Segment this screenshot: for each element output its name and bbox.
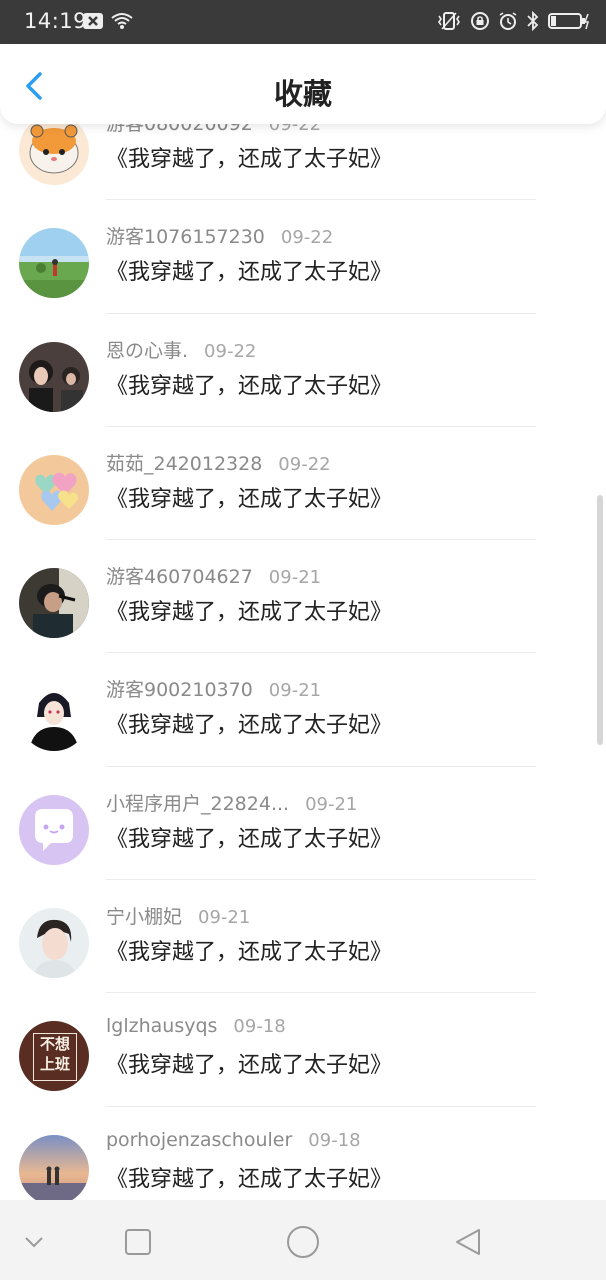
close-icon <box>82 12 104 34</box>
item-book-title: 《我穿越了，还成了太子妃》 <box>106 260 393 286</box>
list-item[interactable]: 游客900210370 09-21 《我穿越了，还成了太子妃》 <box>0 653 606 767</box>
list-item[interactable]: porhojenzaschouler 09-18 《我穿越了，还成了太子妃》 <box>0 1107 606 1200</box>
recents-button[interactable] <box>118 1222 158 1262</box>
bluetooth-icon <box>526 10 540 35</box>
avatar <box>19 1134 89 1200</box>
item-book-title: 《我穿越了，还成了太子妃》 <box>106 1053 393 1079</box>
item-date: 09-18 <box>308 1129 361 1151</box>
system-nav-bar <box>0 1200 606 1280</box>
item-username: 宁小棚妃 <box>106 906 183 929</box>
vibrate-icon <box>436 11 462 35</box>
item-username: porhojenzaschouler <box>106 1128 293 1151</box>
item-date: 09-21 <box>268 567 322 589</box>
avatar <box>19 908 89 979</box>
avatar <box>19 115 89 185</box>
avatar <box>19 794 89 865</box>
back-triangle-icon <box>449 1229 489 1266</box>
item-date: 09-21 <box>198 907 251 929</box>
lock-rotation-icon <box>470 11 490 35</box>
list-item[interactable]: 茹茹_242012328 09-22 《我穿越了，还成了太子妃》 <box>0 427 606 541</box>
list-item[interactable]: 恩の心事. 09-22 《我穿越了，还成了太子妃》 <box>0 314 606 427</box>
item-book-title: 《我穿越了，还成了太子妃》 <box>106 486 393 512</box>
scrollbar[interactable] <box>597 495 603 745</box>
favorites-list: 游客080020092 09-22 《我穿越了，还成了太子妃》 游客1076157… <box>0 90 606 1200</box>
item-username: 游客900210370 <box>106 679 253 702</box>
system-back-button[interactable] <box>449 1222 489 1262</box>
home-circle-icon <box>283 1226 323 1266</box>
home-button[interactable] <box>283 1222 323 1262</box>
item-date: 09-21 <box>268 680 322 702</box>
item-book-title: 《我穿越了，还成了太子妃》 <box>106 600 393 626</box>
item-username: 游客1076157230 <box>106 226 265 249</box>
alarm-icon <box>498 11 518 35</box>
nav-down-icon <box>14 1237 54 1266</box>
item-date: 09-22 <box>278 453 331 475</box>
item-date: 09-22 <box>204 340 257 362</box>
list-item[interactable]: 小程序用户_22824... 09-21 《我穿越了，还成了太子妃》 <box>0 767 606 881</box>
avatar-text: 不想 上班 <box>33 1033 77 1082</box>
item-book-title: 《我穿越了，还成了太子妃》 <box>106 147 393 172</box>
battery-charging-icon <box>548 11 590 35</box>
avatar <box>19 341 89 412</box>
status-bar: 14:19 <box>0 0 606 44</box>
nav-down-button[interactable] <box>14 1222 54 1262</box>
item-username: 恩の心事. <box>106 339 189 362</box>
item-book-title: 《我穿越了，还成了太子妃》 <box>106 713 393 739</box>
item-book-title: 《我穿越了，还成了太子妃》 <box>106 1166 393 1192</box>
favorites-list-area[interactable]: 游客080020092 09-22 《我穿越了，还成了太子妃》 游客1076157… <box>0 90 606 1200</box>
item-username: 茹茹_242012328 <box>106 452 263 475</box>
list-item[interactable]: 不想 上班 lglzhausyqs 09-18 《我穿越了，还成了太子妃》 <box>0 993 606 1107</box>
item-date: 09-22 <box>280 227 334 249</box>
item-username: lglzhausyqs <box>106 1015 218 1038</box>
avatar <box>19 681 89 752</box>
item-username: 小程序用户_22824... <box>106 792 290 815</box>
wifi-icon <box>110 12 134 34</box>
avatar <box>19 228 89 299</box>
page-title: 收藏 <box>273 77 332 111</box>
list-item[interactable]: 游客460704627 09-21 《我穿越了，还成了太子妃》 <box>0 540 606 654</box>
avatar: 不想 上班 <box>19 1021 89 1092</box>
item-date: 09-21 <box>305 793 358 815</box>
list-item[interactable]: 宁小棚妃 09-21 《我穿越了，还成了太子妃》 <box>0 880 606 994</box>
avatar <box>19 454 89 525</box>
app-header: 收藏 <box>0 44 606 124</box>
item-date: 09-18 <box>233 1016 286 1038</box>
status-time: 14:19 <box>24 9 88 33</box>
item-book-title: 《我穿越了，还成了太子妃》 <box>106 373 393 399</box>
recents-square-icon <box>118 1229 158 1266</box>
item-book-title: 《我穿越了，还成了太子妃》 <box>106 940 393 966</box>
list-item[interactable]: 游客1076157230 09-22 《我穿越了，还成了太子妃》 <box>0 200 606 314</box>
item-username: 游客460704627 <box>106 566 253 589</box>
avatar <box>19 568 89 639</box>
item-book-title: 《我穿越了，还成了太子妃》 <box>106 826 393 852</box>
